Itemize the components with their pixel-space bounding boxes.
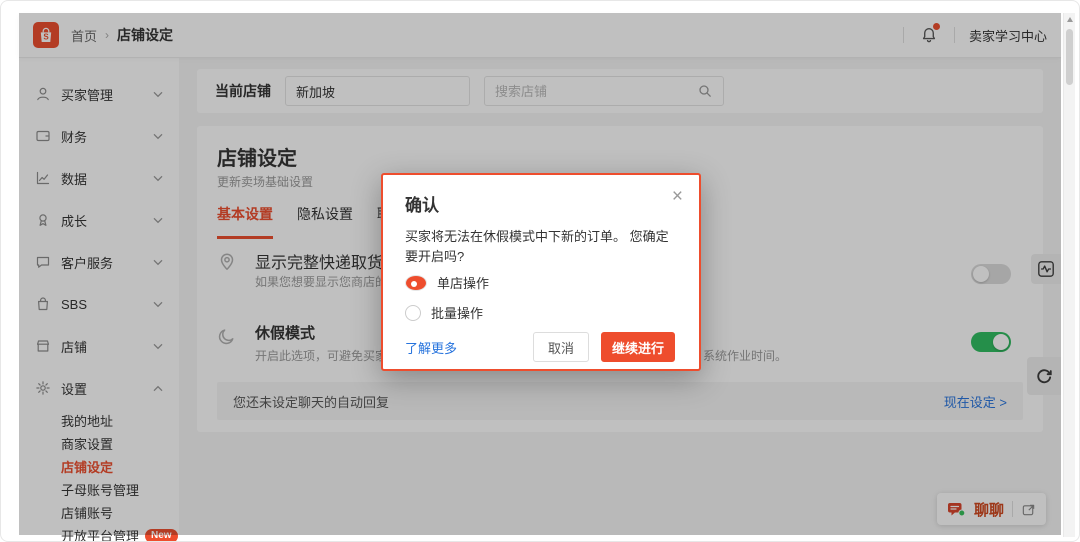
screenshot-frame: S 首页 › 店铺设定 卖家学习中心 xyxy=(0,0,1080,542)
cancel-button[interactable]: 取消 xyxy=(533,332,589,362)
confirm-dialog: 确认 × 买家将无法在休假模式中下新的订单。 您确定要开启吗? 单店操作 批量操… xyxy=(381,173,701,371)
dialog-body-text: 买家将无法在休假模式中下新的订单。 您确定要开启吗? xyxy=(405,227,677,267)
dialog-title: 确认 xyxy=(405,191,439,216)
radio-selected-icon[interactable] xyxy=(405,275,427,291)
radio-label: 单店操作 xyxy=(437,273,489,292)
radio-option-batch[interactable]: 批量操作 xyxy=(405,303,483,322)
confirm-button[interactable]: 继续进行 xyxy=(601,332,675,362)
radio-unselected-icon[interactable] xyxy=(405,305,421,321)
close-icon[interactable]: × xyxy=(672,187,683,206)
scroll-up-arrow[interactable] xyxy=(1067,17,1073,22)
radio-option-single-shop[interactable]: 单店操作 xyxy=(405,273,489,292)
scrollbar[interactable] xyxy=(1063,13,1075,537)
scrollbar-thumb[interactable] xyxy=(1066,29,1073,85)
learn-more-link[interactable]: 了解更多 xyxy=(405,338,457,357)
radio-label: 批量操作 xyxy=(431,303,483,322)
dialog-footer: 了解更多 取消 继续进行 xyxy=(405,331,675,363)
